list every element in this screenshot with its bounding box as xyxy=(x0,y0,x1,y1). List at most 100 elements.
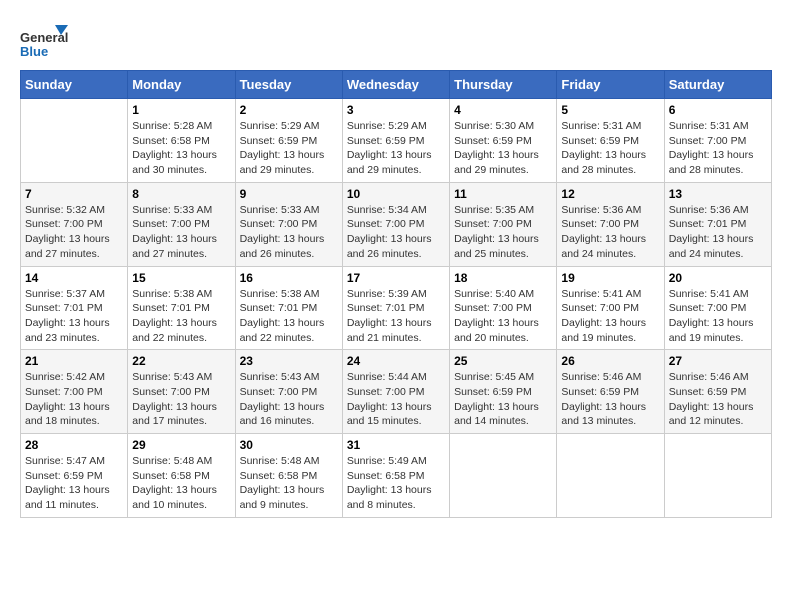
day-info: Sunrise: 5:44 AM Sunset: 7:00 PM Dayligh… xyxy=(347,370,445,429)
calendar-cell: 22Sunrise: 5:43 AM Sunset: 7:00 PM Dayli… xyxy=(128,350,235,434)
day-info: Sunrise: 5:34 AM Sunset: 7:00 PM Dayligh… xyxy=(347,203,445,262)
svg-text:General: General xyxy=(20,30,68,45)
calendar-cell: 15 Sunrise: 5:38 AM Sunset: 7:01 PM Dayli… xyxy=(128,266,235,350)
day-header-friday: Friday xyxy=(557,71,664,99)
day-number: 29 xyxy=(132,438,230,452)
day-info: Sunrise: 5:32 AM Sunset: 7:00 PM Dayligh… xyxy=(25,203,123,262)
header-row: SundayMondayTuesdayWednesdayThursdayFrid… xyxy=(21,71,772,99)
calendar-cell: 29 Sunrise: 5:48 AM Sunset: 6:58 PM Dayli… xyxy=(128,434,235,518)
day-number: 25 xyxy=(454,354,552,368)
day-header-monday: Monday xyxy=(128,71,235,99)
calendar-cell: 31Sunrise: 5:49 AM Sunset: 6:58 PM Dayli… xyxy=(342,434,449,518)
day-number: 18 xyxy=(454,271,552,285)
week-row-4: 21 Sunrise: 5:42 AM Sunset: 7:00 PM Dayli… xyxy=(21,350,772,434)
day-info: Sunrise: 5:29 AM Sunset: 6:59 PM Dayligh… xyxy=(347,119,445,178)
day-number: 8 xyxy=(132,187,230,201)
day-number: 19 xyxy=(561,271,659,285)
logo-svg: GeneralBlue xyxy=(20,20,75,60)
day-info: Sunrise: 5:33 AM Sunset: 7:00 PM Dayligh… xyxy=(132,203,230,262)
day-info: Sunrise: 5:30 AM Sunset: 6:59 PM Dayligh… xyxy=(454,119,552,178)
day-number: 23 xyxy=(240,354,338,368)
day-number: 26 xyxy=(561,354,659,368)
day-number: 22 xyxy=(132,354,230,368)
day-info: Sunrise: 5:37 AM Sunset: 7:01 PM Dayligh… xyxy=(25,287,123,346)
calendar-cell: 9 Sunrise: 5:33 AM Sunset: 7:00 PM Daylig… xyxy=(235,182,342,266)
calendar-cell: 8 Sunrise: 5:33 AM Sunset: 7:00 PM Daylig… xyxy=(128,182,235,266)
day-info: Sunrise: 5:48 AM Sunset: 6:58 PM Dayligh… xyxy=(132,454,230,513)
day-number: 6 xyxy=(669,103,767,117)
day-number: 7 xyxy=(25,187,123,201)
calendar-cell xyxy=(557,434,664,518)
calendar-cell: 1 Sunrise: 5:28 AM Sunset: 6:58 PM Daylig… xyxy=(128,99,235,183)
day-number: 13 xyxy=(669,187,767,201)
day-number: 15 xyxy=(132,271,230,285)
day-number: 10 xyxy=(347,187,445,201)
day-number: 30 xyxy=(240,438,338,452)
calendar-cell: 7 Sunrise: 5:32 AM Sunset: 7:00 PM Daylig… xyxy=(21,182,128,266)
day-header-thursday: Thursday xyxy=(450,71,557,99)
day-number: 2 xyxy=(240,103,338,117)
calendar-cell xyxy=(664,434,771,518)
day-info: Sunrise: 5:29 AM Sunset: 6:59 PM Dayligh… xyxy=(240,119,338,178)
day-info: Sunrise: 5:42 AM Sunset: 7:00 PM Dayligh… xyxy=(25,370,123,429)
calendar-cell: 12 Sunrise: 5:36 AM Sunset: 7:00 PM Dayli… xyxy=(557,182,664,266)
svg-text:Blue: Blue xyxy=(20,44,48,59)
calendar-cell: 21 Sunrise: 5:42 AM Sunset: 7:00 PM Dayli… xyxy=(21,350,128,434)
day-info: Sunrise: 5:47 AM Sunset: 6:59 PM Dayligh… xyxy=(25,454,123,513)
calendar-cell: 11 Sunrise: 5:35 AM Sunset: 7:00 PM Dayli… xyxy=(450,182,557,266)
week-row-5: 28Sunrise: 5:47 AM Sunset: 6:59 PM Dayli… xyxy=(21,434,772,518)
day-number: 24 xyxy=(347,354,445,368)
day-header-sunday: Sunday xyxy=(21,71,128,99)
day-number: 20 xyxy=(669,271,767,285)
day-info: Sunrise: 5:45 AM Sunset: 6:59 PM Dayligh… xyxy=(454,370,552,429)
day-info: Sunrise: 5:49 AM Sunset: 6:58 PM Dayligh… xyxy=(347,454,445,513)
calendar-cell: 28Sunrise: 5:47 AM Sunset: 6:59 PM Dayli… xyxy=(21,434,128,518)
calendar-cell: 10 Sunrise: 5:34 AM Sunset: 7:00 PM Dayli… xyxy=(342,182,449,266)
day-info: Sunrise: 5:28 AM Sunset: 6:58 PM Dayligh… xyxy=(132,119,230,178)
calendar-cell xyxy=(450,434,557,518)
calendar-cell: 23Sunrise: 5:43 AM Sunset: 7:00 PM Dayli… xyxy=(235,350,342,434)
day-number: 21 xyxy=(25,354,123,368)
day-info: Sunrise: 5:35 AM Sunset: 7:00 PM Dayligh… xyxy=(454,203,552,262)
day-number: 11 xyxy=(454,187,552,201)
calendar-cell: 18Sunrise: 5:40 AM Sunset: 7:00 PM Dayli… xyxy=(450,266,557,350)
calendar-table: SundayMondayTuesdayWednesdayThursdayFrid… xyxy=(20,70,772,518)
calendar-cell: 4 Sunrise: 5:30 AM Sunset: 6:59 PM Daylig… xyxy=(450,99,557,183)
calendar-cell: 2 Sunrise: 5:29 AM Sunset: 6:59 PM Daylig… xyxy=(235,99,342,183)
calendar-cell xyxy=(21,99,128,183)
day-number: 12 xyxy=(561,187,659,201)
calendar-cell: 17 Sunrise: 5:39 AM Sunset: 7:01 PM Dayli… xyxy=(342,266,449,350)
day-header-wednesday: Wednesday xyxy=(342,71,449,99)
calendar-cell: 13Sunrise: 5:36 AM Sunset: 7:01 PM Dayli… xyxy=(664,182,771,266)
calendar-cell: 19 Sunrise: 5:41 AM Sunset: 7:00 PM Dayli… xyxy=(557,266,664,350)
logo: GeneralBlue xyxy=(20,20,75,60)
day-number: 16 xyxy=(240,271,338,285)
day-info: Sunrise: 5:33 AM Sunset: 7:00 PM Dayligh… xyxy=(240,203,338,262)
calendar-cell: 5 Sunrise: 5:31 AM Sunset: 6:59 PM Daylig… xyxy=(557,99,664,183)
calendar-cell: 27 Sunrise: 5:46 AM Sunset: 6:59 PM Dayli… xyxy=(664,350,771,434)
week-row-2: 7 Sunrise: 5:32 AM Sunset: 7:00 PM Daylig… xyxy=(21,182,772,266)
calendar-cell: 24 Sunrise: 5:44 AM Sunset: 7:00 PM Dayli… xyxy=(342,350,449,434)
calendar-cell: 3Sunrise: 5:29 AM Sunset: 6:59 PM Daylig… xyxy=(342,99,449,183)
calendar-cell: 20 Sunrise: 5:41 AM Sunset: 7:00 PM Dayli… xyxy=(664,266,771,350)
day-info: Sunrise: 5:41 AM Sunset: 7:00 PM Dayligh… xyxy=(561,287,659,346)
header: GeneralBlue xyxy=(20,20,772,60)
day-number: 9 xyxy=(240,187,338,201)
calendar-cell: 14Sunrise: 5:37 AM Sunset: 7:01 PM Dayli… xyxy=(21,266,128,350)
day-number: 27 xyxy=(669,354,767,368)
day-number: 1 xyxy=(132,103,230,117)
day-number: 4 xyxy=(454,103,552,117)
day-number: 17 xyxy=(347,271,445,285)
day-number: 5 xyxy=(561,103,659,117)
calendar-cell: 30 Sunrise: 5:48 AM Sunset: 6:58 PM Dayli… xyxy=(235,434,342,518)
day-info: Sunrise: 5:48 AM Sunset: 6:58 PM Dayligh… xyxy=(240,454,338,513)
day-info: Sunrise: 5:31 AM Sunset: 6:59 PM Dayligh… xyxy=(561,119,659,178)
day-info: Sunrise: 5:31 AM Sunset: 7:00 PM Dayligh… xyxy=(669,119,767,178)
day-info: Sunrise: 5:41 AM Sunset: 7:00 PM Dayligh… xyxy=(669,287,767,346)
day-info: Sunrise: 5:38 AM Sunset: 7:01 PM Dayligh… xyxy=(132,287,230,346)
day-info: Sunrise: 5:39 AM Sunset: 7:01 PM Dayligh… xyxy=(347,287,445,346)
calendar-cell: 16Sunrise: 5:38 AM Sunset: 7:01 PM Dayli… xyxy=(235,266,342,350)
day-info: Sunrise: 5:46 AM Sunset: 6:59 PM Dayligh… xyxy=(669,370,767,429)
day-info: Sunrise: 5:36 AM Sunset: 7:00 PM Dayligh… xyxy=(561,203,659,262)
calendar-cell: 26Sunrise: 5:46 AM Sunset: 6:59 PM Dayli… xyxy=(557,350,664,434)
